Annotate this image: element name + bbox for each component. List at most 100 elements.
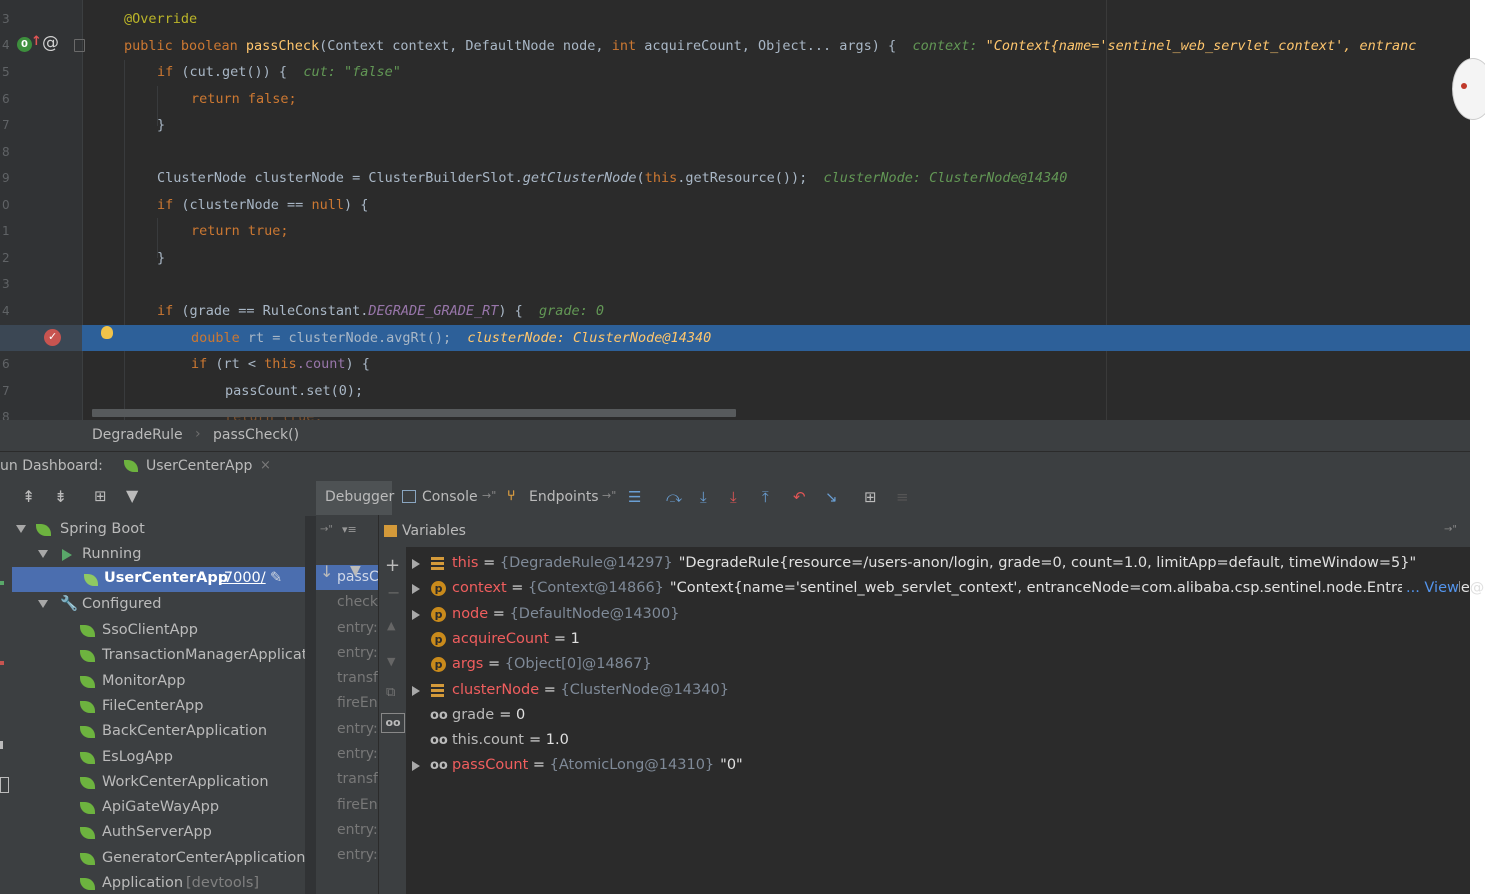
- code-line[interactable]: }: [157, 112, 165, 138]
- expand-arrow-icon[interactable]: [16, 525, 26, 533]
- code-line[interactable]: return true;: [191, 218, 289, 244]
- trace-icon[interactable]: ≡: [896, 488, 909, 506]
- stack-frame[interactable]: fireEn: [316, 691, 378, 716]
- evaluate-expression-icon[interactable]: ⊞: [864, 488, 877, 506]
- collapse-all-icon[interactable]: ⇟: [54, 487, 67, 506]
- arrow-up-icon: ↑: [31, 34, 42, 49]
- stack-frame[interactable]: fireEn: [316, 793, 378, 818]
- tab-console[interactable]: Console: [422, 489, 478, 505]
- show-execution-point-icon[interactable]: ☰: [628, 488, 641, 506]
- move-down-icon[interactable]: ▼: [387, 655, 395, 668]
- run-triangle-icon: [62, 549, 72, 561]
- expand-arrow-icon[interactable]: [38, 600, 48, 608]
- step-over-icon[interactable]: ⤼: [666, 488, 682, 506]
- tree-node-label: Running: [82, 546, 142, 562]
- stack-frame[interactable]: transf: [316, 767, 378, 792]
- run-to-cursor-icon[interactable]: ↘: [825, 488, 838, 506]
- stack-frame[interactable]: check: [316, 590, 378, 615]
- layout-icon[interactable]: [0, 777, 9, 793]
- stop-icon[interactable]: [0, 661, 4, 665]
- expand-arrow-icon[interactable]: [412, 559, 420, 569]
- code-line[interactable]: if (rt < this.count) {: [191, 351, 370, 377]
- stack-frame[interactable]: entry:: [316, 616, 378, 641]
- step-into-icon[interactable]: ⤓: [700, 488, 707, 506]
- code-line[interactable]: if (grade == RuleConstant.DEGRADE_GRADE_…: [157, 298, 604, 324]
- tab-debugger[interactable]: Debugger: [316, 481, 394, 515]
- code-text: ;: [280, 223, 289, 239]
- expand-all-icon[interactable]: ⇞: [22, 487, 35, 506]
- inline-debug-value: clusterNode: ClusterNode@14340: [823, 170, 1068, 186]
- line-number: 1: [2, 224, 10, 238]
- tab-endpoints[interactable]: Endpoints: [529, 489, 599, 505]
- line-number: 8: [2, 145, 10, 159]
- expand-arrow-icon[interactable]: [412, 609, 420, 620]
- code-line[interactable]: if (cut.get()) { cut: "false": [157, 59, 401, 85]
- panel-splitter[interactable]: [305, 516, 316, 894]
- code-editor[interactable]: 3 4 5 6 7 8 9 0 1 2 3 4 6 7 8 0 ↑ @ ✓ @O…: [0, 0, 1470, 420]
- object-icon: [431, 557, 444, 570]
- stack-frame[interactable]: entry:: [316, 818, 378, 843]
- view-link[interactable]: ... View: [1402, 576, 1459, 602]
- drop-frame-icon[interactable]: ↶: [793, 488, 806, 506]
- override-icon[interactable]: 0: [17, 37, 32, 52]
- pin-icon[interactable]: [0, 741, 3, 749]
- group-icon[interactable]: ⊞: [94, 487, 107, 505]
- stack-frame[interactable]: entry:: [316, 717, 378, 742]
- move-up-icon[interactable]: ▲: [387, 619, 395, 632]
- pin-tab-icon[interactable]: →": [482, 489, 496, 502]
- code-line[interactable]: ClusterNode clusterNode = ClusterBuilder…: [157, 165, 1067, 191]
- filter-icon[interactable]: ▼: [126, 486, 138, 505]
- breadcrumb-method[interactable]: passCheck(): [213, 427, 299, 443]
- arrow-down-icon[interactable]: ↓: [320, 562, 333, 581]
- remove-watch-icon[interactable]: −: [387, 583, 400, 602]
- restore-layout-icon[interactable]: →": [320, 524, 333, 535]
- force-step-into-icon[interactable]: ⤓: [730, 488, 737, 506]
- close-icon[interactable]: ×: [260, 458, 271, 473]
- code-text: .getResource());: [677, 170, 808, 186]
- code-line[interactable]: }: [157, 245, 165, 271]
- code-line[interactable]: passCount.set(0);: [225, 378, 363, 404]
- variable-value: = 1: [553, 630, 580, 647]
- add-watch-icon[interactable]: +: [385, 555, 400, 576]
- variable-name: this: [452, 555, 479, 571]
- edit-pencil-icon[interactable]: ✎: [270, 570, 282, 586]
- frames-menu-icon[interactable]: ▾≡: [342, 523, 357, 536]
- tree-node-label: TransactionManagerApplicatic: [102, 647, 316, 664]
- expand-arrow-icon[interactable]: [412, 584, 420, 595]
- fold-icon[interactable]: [74, 39, 85, 52]
- annotation-at-icon[interactable]: @: [42, 33, 59, 53]
- expand-arrow-icon[interactable]: [38, 550, 48, 558]
- editor-gutter[interactable]: 3 4 5 6 7 8 9 0 1 2 3 4 6 7 8 0 ↑ @: [0, 0, 85, 420]
- port-link[interactable]: :7000/: [219, 570, 266, 586]
- pin-tab-icon[interactable]: →": [602, 489, 616, 502]
- watches-icon[interactable]: oo: [381, 713, 405, 733]
- step-out-icon[interactable]: ⤒: [762, 488, 769, 506]
- lightbulb-icon[interactable]: [101, 326, 113, 339]
- breadcrumb-class[interactable]: DegradeRule: [92, 427, 183, 443]
- stack-frame[interactable]: entry:: [316, 641, 378, 666]
- restore-panel-icon[interactable]: →": [1444, 524, 1457, 535]
- run-icon[interactable]: [0, 581, 4, 585]
- code-line[interactable]: if (clusterNode == null) {: [157, 192, 368, 218]
- tab-usercenterapp[interactable]: UserCenterApp ×: [118, 452, 278, 482]
- filter-icon[interactable]: ▼: [350, 563, 361, 579]
- breakpoint-icon[interactable]: ✓: [44, 329, 61, 346]
- spring-leaf-icon: [80, 776, 95, 789]
- stack-frame[interactable]: transf: [316, 666, 378, 691]
- horizontal-scrollbar[interactable]: [92, 409, 736, 417]
- stack-frame[interactable]: entry:: [316, 742, 378, 767]
- code-text: ClusterNode clusterNode = ClusterBuilder…: [157, 170, 523, 186]
- code-line[interactable]: return false;: [191, 86, 297, 112]
- code-line[interactable]: public boolean passCheck(Context context…: [124, 33, 1416, 59]
- spring-leaf-icon: [80, 827, 95, 840]
- copy-icon[interactable]: ⧉: [386, 685, 395, 700]
- stack-frame[interactable]: entry:: [316, 843, 378, 868]
- expand-arrow-icon[interactable]: [412, 685, 420, 696]
- keyword: if: [157, 64, 182, 80]
- variable-name: clusterNode: [452, 681, 540, 698]
- code-line[interactable]: @Override: [124, 6, 197, 32]
- code-text: ) {: [498, 303, 523, 319]
- tree-node-running-app[interactable]: UserCenterApp :7000/ ✎: [12, 567, 312, 592]
- expand-arrow-icon[interactable]: [412, 761, 420, 772]
- code-line[interactable]: double rt = clusterNode.avgRt(); cluster…: [191, 325, 711, 351]
